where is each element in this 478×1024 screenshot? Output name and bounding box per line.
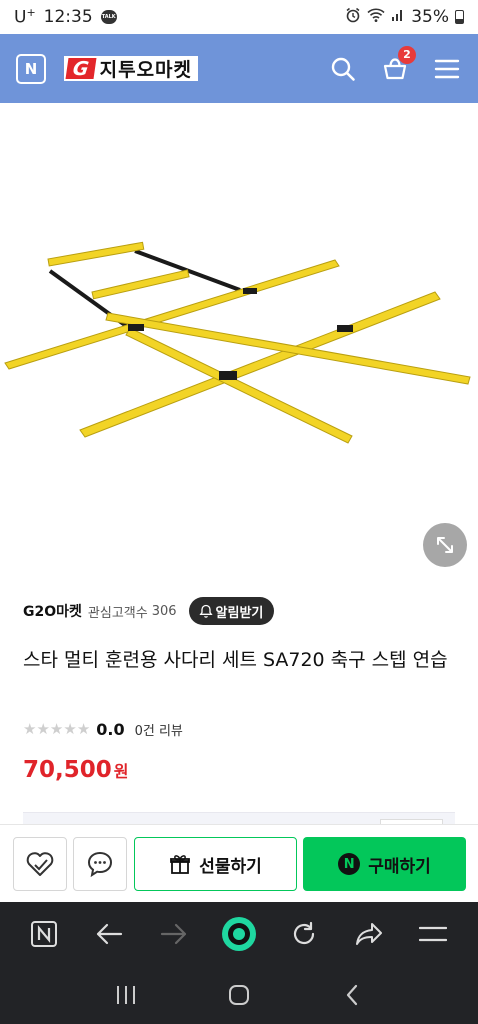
rating-row[interactable]: ★ ★ ★ ★ ★ 0.0 0건 리뷰 — [23, 716, 183, 742]
store-logo[interactable]: G 지투오마켓 — [64, 56, 199, 81]
wifi-icon — [367, 7, 385, 28]
star-icon: ★ — [23, 720, 37, 738]
bell-plus-icon — [198, 604, 213, 618]
store-logo-text: 지투오마켓 — [99, 59, 193, 81]
back-arrow-icon — [97, 923, 123, 945]
buy-button[interactable]: N 구매하기 — [303, 837, 466, 891]
seller-name[interactable]: G2O마켓 — [23, 601, 82, 621]
green-dot-icon — [221, 917, 256, 951]
recent-apps-button[interactable] — [106, 975, 146, 1015]
app-header: N G 지투오마켓 2 — [0, 34, 478, 103]
product-title: 스타 멀티 훈련용 사다리 세트 SA720 축구 스텝 연습 — [23, 649, 448, 671]
star-icon: ★ — [63, 720, 77, 738]
signal-icon — [391, 7, 405, 27]
chat-bubble-icon — [87, 851, 113, 878]
talk-notification-icon: TALK — [100, 10, 117, 24]
rating-value: 0.0 — [96, 719, 125, 739]
rating-stars: ★ ★ ★ ★ ★ — [23, 720, 90, 738]
gift-button[interactable]: 선물하기 — [134, 837, 297, 891]
menu-icon[interactable] — [432, 54, 462, 84]
price-currency: 원 — [113, 762, 129, 781]
notify-button[interactable]: 알림받기 — [188, 597, 275, 625]
gift-icon — [170, 855, 191, 874]
battery-percent: 35% — [411, 7, 449, 27]
follower-count: 306 — [151, 603, 177, 619]
refresh-button[interactable] — [282, 912, 326, 956]
search-icon[interactable] — [328, 54, 358, 84]
wishlist-button[interactable] — [13, 837, 67, 891]
home-button[interactable] — [219, 975, 259, 1015]
talktalk-button[interactable] — [73, 837, 127, 891]
system-back-button[interactable] — [332, 975, 372, 1015]
back-button[interactable] — [87, 912, 131, 956]
buy-label: 구매하기 — [368, 856, 431, 877]
gift-label: 선물하기 — [199, 856, 262, 877]
carrier-label: U+ — [14, 6, 36, 28]
cart-button[interactable]: 2 — [380, 45, 416, 84]
green-dot-button[interactable] — [217, 912, 261, 956]
star-icon: ★ — [49, 720, 64, 738]
star-icon: ★ — [76, 720, 91, 738]
star-icon: ★ — [36, 720, 50, 738]
recent-apps-icon — [117, 986, 136, 1004]
cart-count-badge: 2 — [398, 45, 416, 64]
purchase-action-bar: 선물하기 N 구매하기 — [0, 824, 478, 902]
refresh-icon — [293, 921, 314, 945]
notify-label: 알림받기 — [215, 605, 264, 621]
status-time: 12:35 — [43, 7, 93, 27]
naver-home-tab-button[interactable] — [22, 912, 66, 956]
system-navigation-bar — [0, 966, 478, 1024]
battery-icon — [455, 10, 464, 24]
alarm-icon — [345, 7, 361, 28]
share-button[interactable] — [347, 912, 391, 956]
status-bar: U+ 12:35 TALK 35% — [0, 0, 478, 34]
browser-toolbar — [0, 902, 478, 966]
follower-label: 관심고객수 — [87, 605, 148, 621]
heart-check-icon — [26, 852, 54, 876]
expand-icon — [437, 537, 453, 553]
product-image[interactable] — [0, 103, 478, 583]
forward-arrow-icon — [161, 923, 187, 945]
share-arrow-icon — [355, 923, 382, 945]
home-icon — [228, 985, 249, 1005]
naver-n-icon — [31, 921, 58, 947]
browser-menu-button[interactable] — [411, 912, 455, 956]
price-value: 70,500 — [23, 757, 112, 783]
expand-image-button[interactable] — [423, 523, 467, 567]
seller-row: G2O마켓 관심고객수 306 알림받기 — [23, 597, 458, 625]
naver-pay-icon: N — [338, 853, 361, 875]
review-count: 0건 리뷰 — [134, 723, 183, 739]
chevron-left-icon — [346, 984, 357, 1006]
menu-icon — [419, 926, 448, 942]
forward-button[interactable] — [152, 912, 196, 956]
naver-home-button[interactable]: N — [16, 53, 46, 84]
store-logo-mark: G — [65, 58, 97, 80]
price-row: 70,500 원 — [23, 757, 129, 783]
